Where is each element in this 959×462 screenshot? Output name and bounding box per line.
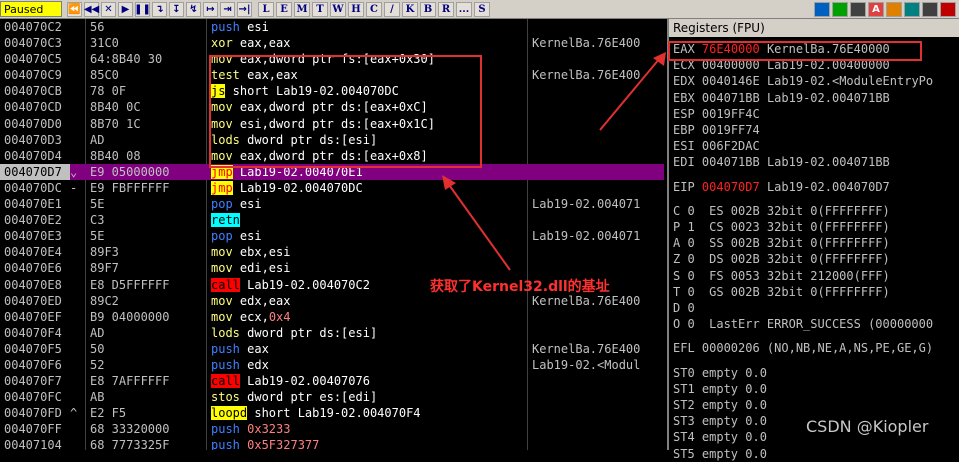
annotation-arrows xyxy=(442,52,666,271)
annotation-label: 获取了Kernel32.dll的基址 xyxy=(430,279,610,295)
watermark: CSDN @Kiopler xyxy=(806,417,929,436)
arrow-to-code xyxy=(446,181,511,271)
arrowhead-code xyxy=(442,175,456,190)
arrow-to-eax xyxy=(599,57,661,131)
